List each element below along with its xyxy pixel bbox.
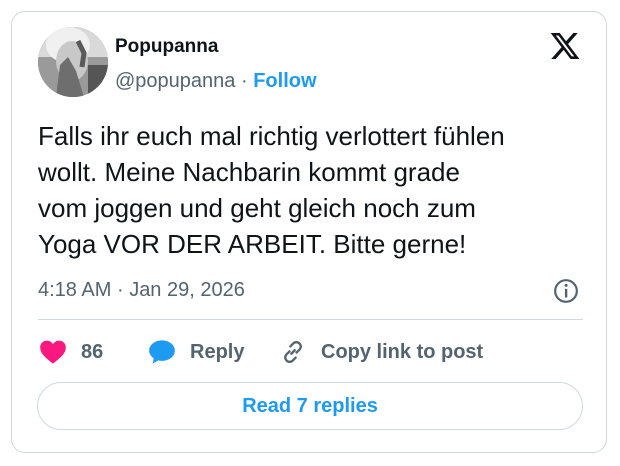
user-handle[interactable]: @popupanna [115, 70, 235, 92]
follow-button[interactable]: Follow [253, 70, 316, 92]
reply-button[interactable]: Reply [148, 336, 244, 368]
link-icon [284, 341, 302, 363]
read-replies-button[interactable]: Read 7 replies [37, 382, 583, 430]
tweet-text: Falls ihr euch mal richtig verlottert fü… [38, 121, 505, 259]
like-button[interactable]: 86 [39, 336, 103, 368]
display-name[interactable]: Popupanna [115, 36, 218, 58]
reply-label: Reply [190, 340, 245, 363]
like-count: 86 [81, 340, 104, 363]
copy-link-label: Copy link to post [321, 340, 484, 363]
timestamp-separator: · [116, 279, 124, 301]
handle-separator: · [240, 70, 248, 92]
info-icon[interactable] [553, 278, 579, 304]
tweet-time: 4:18 AM [38, 279, 112, 301]
tweet-date: Jan 29, 2026 [129, 279, 245, 301]
copy-link-button[interactable]: Copy link to post [279, 336, 483, 368]
speech-bubble-icon [149, 340, 175, 364]
avatar[interactable] [38, 27, 108, 97]
x-logo-icon[interactable] [548, 30, 582, 62]
divider [38, 319, 583, 320]
tweet-timestamp[interactable]: 4:18 AM · Jan 29, 2026 [38, 279, 245, 302]
avatar-photo [38, 27, 108, 97]
heart-icon [40, 340, 66, 364]
read-replies-label: Read 7 replies [242, 394, 378, 417]
handle-row: @popupanna · Follow [115, 70, 317, 93]
